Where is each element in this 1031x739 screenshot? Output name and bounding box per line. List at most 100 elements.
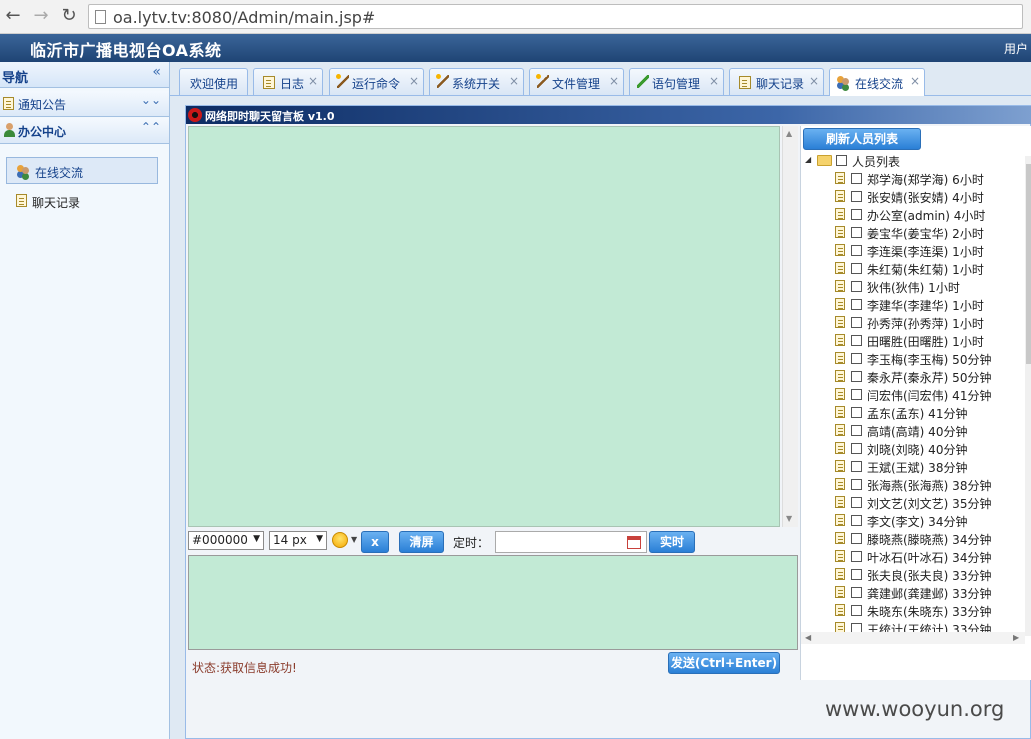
user-label: 郑学海(郑学海) 6小时 — [867, 173, 984, 187]
font-color-select[interactable]: #000000 ▼ — [188, 531, 264, 550]
calendar-icon[interactable] — [627, 536, 641, 549]
user-list-hscrollbar[interactable]: ◀ ▶ — [801, 632, 1025, 644]
user-checkbox[interactable] — [851, 263, 862, 274]
user-label: 王斌(王斌) 38分钟 — [867, 461, 968, 475]
scrollbar-thumb[interactable] — [1026, 164, 1031, 364]
tab-statement-manager[interactable]: 语句管理 × — [629, 68, 724, 95]
tab-label: 在线交流 — [855, 77, 904, 91]
user-list-scrollbar[interactable] — [1025, 156, 1031, 636]
refresh-user-list-button[interactable]: 刷新人员列表 — [803, 128, 921, 150]
user-checkbox[interactable] — [851, 623, 862, 632]
section-office[interactable]: 办公中心 ⌃⌃ — [0, 118, 169, 144]
forward-arrow-icon[interactable]: → — [30, 5, 52, 27]
close-icon[interactable]: × — [809, 74, 819, 88]
user-checkbox[interactable] — [851, 281, 862, 292]
tab-welcome[interactable]: 欢迎使用 — [179, 68, 248, 95]
close-icon[interactable]: × — [509, 74, 519, 88]
message-scrollbar[interactable]: ▲ ▼ — [782, 126, 798, 527]
sidebar-item-label: 在线交流 — [35, 166, 84, 180]
user-label: 朱红菊(朱红菊) 1小时 — [867, 263, 984, 277]
user-label: 刘晓(刘晓) 40分钟 — [867, 443, 968, 457]
user-checkbox[interactable] — [851, 389, 862, 400]
tab-run-command[interactable]: 运行命令 × — [329, 68, 424, 95]
chevron-double-down-icon[interactable]: ⌄⌄ — [141, 93, 161, 107]
watermark-text: www.wooyun.org — [825, 697, 1005, 721]
sidebar-item-online-chat[interactable]: 在线交流 — [6, 157, 158, 184]
user-checkbox[interactable] — [851, 353, 862, 364]
scroll-up-icon[interactable]: ▲ — [786, 129, 792, 138]
realtime-button[interactable]: 实时 — [649, 531, 695, 553]
user-label: 朱晓东(朱晓东) 33分钟 — [867, 605, 992, 619]
user-checkbox[interactable] — [851, 209, 862, 220]
scroll-right-icon[interactable]: ▶ — [1013, 633, 1019, 642]
app-header: 临沂市广播电视台OA系统 用户 — [0, 34, 1031, 62]
message-input[interactable] — [188, 555, 798, 650]
user-checkbox[interactable] — [851, 479, 862, 490]
user-checkbox[interactable] — [851, 461, 862, 472]
user-checkbox[interactable] — [851, 497, 862, 508]
user-checkbox[interactable] — [851, 605, 862, 616]
user-checkbox[interactable] — [851, 551, 862, 562]
x-button[interactable]: x — [361, 531, 389, 553]
close-icon[interactable]: × — [709, 74, 719, 88]
close-icon[interactable]: × — [910, 74, 920, 88]
message-display[interactable] — [188, 126, 780, 527]
user-checkbox[interactable] — [851, 569, 862, 580]
user-checkbox[interactable] — [851, 317, 862, 328]
section-notice[interactable]: 通知公告 ⌄⌄ — [0, 91, 169, 117]
page-icon — [95, 10, 106, 24]
scroll-down-icon[interactable]: ▼ — [786, 514, 792, 523]
collapse-double-left-icon[interactable]: « — [152, 64, 161, 80]
emoji-dropdown-icon[interactable]: ▼ — [351, 535, 357, 544]
clear-screen-button[interactable]: 清屏 — [399, 531, 444, 553]
user-label: 龚建邺(龚建邺) 33分钟 — [867, 587, 992, 601]
tab-label: 日志 — [280, 77, 305, 91]
status-text: 状态:获取信息成功! — [192, 661, 297, 675]
user-checkbox[interactable] — [851, 191, 862, 202]
tab-chat-log[interactable]: 聊天记录 × — [729, 68, 824, 95]
user-checkbox[interactable] — [851, 533, 862, 544]
tab-file-manager[interactable]: 文件管理 × — [529, 68, 624, 95]
close-icon[interactable]: × — [409, 74, 419, 88]
back-arrow-icon[interactable]: ← — [2, 5, 24, 27]
user-checkbox[interactable] — [851, 335, 862, 346]
user-checkbox[interactable] — [851, 227, 862, 238]
user-checkbox[interactable] — [851, 587, 862, 598]
note-icon — [835, 370, 845, 382]
address-bar[interactable]: oa.lytv.tv:8080/Admin/main.jsp# — [88, 4, 1023, 29]
font-size-select[interactable]: 14 px ▼ — [269, 531, 327, 550]
tab-label: 欢迎使用 — [190, 77, 239, 91]
tab-system-switch[interactable]: 系统开关 × — [429, 68, 524, 95]
user-label: 李连渠(李连渠) 1小时 — [867, 245, 984, 259]
reload-icon[interactable]: ↻ — [58, 5, 80, 27]
scroll-left-icon[interactable]: ◀ — [805, 633, 811, 642]
note-icon — [835, 352, 845, 364]
note-icon — [835, 208, 845, 220]
user-checkbox[interactable] — [851, 173, 862, 184]
user-label: 张夫良(张夫良) 33分钟 — [867, 569, 992, 583]
user-checkbox[interactable] — [851, 245, 862, 256]
user-checkbox[interactable] — [851, 371, 862, 382]
magic-wand-icon — [436, 74, 449, 88]
tree-collapse-icon[interactable]: ◢ — [805, 155, 811, 164]
note-icon — [835, 586, 845, 598]
chevron-double-up-icon[interactable]: ⌃⌃ — [141, 120, 161, 134]
note-icon — [263, 76, 275, 89]
tab-log[interactable]: 日志 × — [253, 68, 323, 95]
close-icon[interactable]: × — [308, 74, 318, 88]
sidebar-item-label: 聊天记录 — [32, 196, 81, 210]
send-button[interactable]: 发送(Ctrl+Enter) — [668, 652, 780, 674]
emoji-smile-icon[interactable] — [332, 532, 348, 548]
user-checkbox[interactable] — [851, 425, 862, 436]
timer-input[interactable] — [495, 531, 647, 553]
user-checkbox[interactable] — [851, 443, 862, 454]
user-checkbox[interactable] — [851, 515, 862, 526]
note-icon — [835, 316, 845, 328]
user-checkbox[interactable] — [851, 299, 862, 310]
tab-online-chat[interactable]: 在线交流 × — [829, 68, 925, 96]
close-icon[interactable]: × — [609, 74, 619, 88]
user-checkbox[interactable] — [851, 407, 862, 418]
chat-panel-title: 网络即时聊天留言板 v1.0 — [205, 110, 335, 123]
note-icon — [835, 514, 845, 526]
tree-root-checkbox[interactable] — [836, 155, 847, 166]
